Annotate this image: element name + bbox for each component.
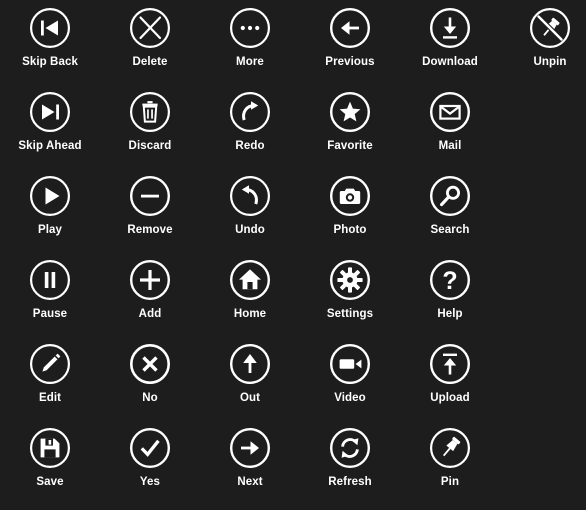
icon-label: Help: [437, 308, 463, 320]
edit-icon[interactable]: [27, 341, 73, 387]
icon-cell-edit[interactable]: Edit: [0, 341, 100, 425]
icon-label: Undo: [235, 224, 265, 236]
icon-cell-video[interactable]: Video: [300, 341, 400, 425]
icon-label: No: [142, 392, 158, 404]
icon-cell-photo[interactable]: Photo: [300, 173, 400, 257]
icon-label: Skip Back: [22, 56, 78, 68]
icon-cell-skip-back[interactable]: Skip Back: [0, 5, 100, 89]
icon-label: Unpin: [533, 56, 567, 68]
icon-cell-unpin[interactable]: Unpin: [500, 5, 586, 89]
icon-cell-save[interactable]: Save: [0, 425, 100, 509]
icon-cell-no[interactable]: No: [100, 341, 200, 425]
icon-cell-add[interactable]: Add: [100, 257, 200, 341]
skip-ahead-icon[interactable]: [27, 89, 73, 135]
icon-cell-upload[interactable]: Upload: [400, 341, 500, 425]
settings-icon[interactable]: [327, 257, 373, 303]
icon-label: Out: [239, 392, 261, 404]
icon-label: Settings: [326, 308, 374, 320]
icon-cell-previous[interactable]: Previous: [300, 5, 400, 89]
icon-label: Play: [37, 224, 63, 236]
pause-icon[interactable]: [27, 257, 73, 303]
icon-cell-skip-ahead[interactable]: Skip Ahead: [0, 89, 100, 173]
discard-icon[interactable]: [127, 89, 173, 135]
unpin-icon[interactable]: [527, 5, 573, 51]
icon-cell-favorite[interactable]: Favorite: [300, 89, 400, 173]
icon-label: Pause: [32, 308, 68, 320]
help-icon[interactable]: ?: [427, 257, 473, 303]
delete-icon[interactable]: [127, 5, 173, 51]
next-icon[interactable]: [227, 425, 273, 471]
icon-cell-mail[interactable]: Mail: [400, 89, 500, 173]
icon-label: Upload: [430, 392, 470, 404]
icon-label: Delete: [132, 56, 168, 68]
icon-label: Search: [430, 224, 470, 236]
icon-label: Edit: [38, 392, 62, 404]
icon-cell-yes[interactable]: Yes: [100, 425, 200, 509]
pin-icon[interactable]: [427, 425, 473, 471]
previous-icon[interactable]: [327, 5, 373, 51]
remove-icon[interactable]: [127, 173, 173, 219]
icon-label: Add: [138, 308, 162, 320]
download-icon[interactable]: [427, 5, 473, 51]
icon-label: Download: [422, 56, 478, 68]
icon-cell-pause[interactable]: Pause: [0, 257, 100, 341]
video-icon[interactable]: [327, 341, 373, 387]
icon-label: Favorite: [327, 140, 373, 152]
svg-text:?: ?: [442, 267, 457, 295]
icon-label: Redo: [235, 140, 265, 152]
play-icon[interactable]: [27, 173, 73, 219]
icon-cell-more[interactable]: More: [200, 5, 300, 89]
photo-icon[interactable]: [327, 173, 373, 219]
icon-grid: Skip Back Delete More Previous Download Unpin…: [0, 0, 586, 509]
icon-label: Mail: [438, 140, 462, 152]
icon-cell-pin[interactable]: Pin: [400, 425, 500, 509]
icon-label: Yes: [139, 476, 161, 488]
icon-cell-undo[interactable]: Undo: [200, 173, 300, 257]
icon-cell-remove[interactable]: Remove: [100, 173, 200, 257]
no-icon[interactable]: [127, 341, 173, 387]
icon-label: Photo: [333, 224, 367, 236]
home-icon[interactable]: [227, 257, 273, 303]
icon-cell-next[interactable]: Next: [200, 425, 300, 509]
icon-label: Save: [36, 476, 64, 488]
icon-cell-play[interactable]: Play: [0, 173, 100, 257]
icon-cell-out[interactable]: Out: [200, 341, 300, 425]
icon-label: Home: [233, 308, 267, 320]
icon-label: Video: [334, 392, 366, 404]
icon-label: Refresh: [328, 476, 372, 488]
upload-icon[interactable]: [427, 341, 473, 387]
yes-icon[interactable]: [127, 425, 173, 471]
icon-cell-refresh[interactable]: Refresh: [300, 425, 400, 509]
icon-label: Remove: [127, 224, 173, 236]
refresh-icon[interactable]: [327, 425, 373, 471]
icon-cell-discard[interactable]: Discard: [100, 89, 200, 173]
icon-label: More: [236, 56, 264, 68]
more-icon[interactable]: [227, 5, 273, 51]
undo-icon[interactable]: [227, 173, 273, 219]
icon-label: Previous: [325, 56, 375, 68]
add-icon[interactable]: [127, 257, 173, 303]
icon-cell-home[interactable]: Home: [200, 257, 300, 341]
icon-label: Skip Ahead: [18, 140, 82, 152]
skip-back-icon[interactable]: [27, 5, 73, 51]
icon-label: Pin: [440, 476, 460, 488]
icon-label: Discard: [128, 140, 172, 152]
save-icon[interactable]: [27, 425, 73, 471]
icon-label: Next: [237, 476, 263, 488]
icon-cell-help[interactable]: ? Help: [400, 257, 500, 341]
search-icon[interactable]: [427, 173, 473, 219]
icon-cell-search[interactable]: Search: [400, 173, 500, 257]
redo-icon[interactable]: [227, 89, 273, 135]
favorite-icon[interactable]: [327, 89, 373, 135]
icon-cell-delete[interactable]: Delete: [100, 5, 200, 89]
icon-cell-redo[interactable]: Redo: [200, 89, 300, 173]
out-icon[interactable]: [227, 341, 273, 387]
icon-cell-download[interactable]: Download: [400, 5, 500, 89]
mail-icon[interactable]: [427, 89, 473, 135]
icon-cell-settings[interactable]: Settings: [300, 257, 400, 341]
